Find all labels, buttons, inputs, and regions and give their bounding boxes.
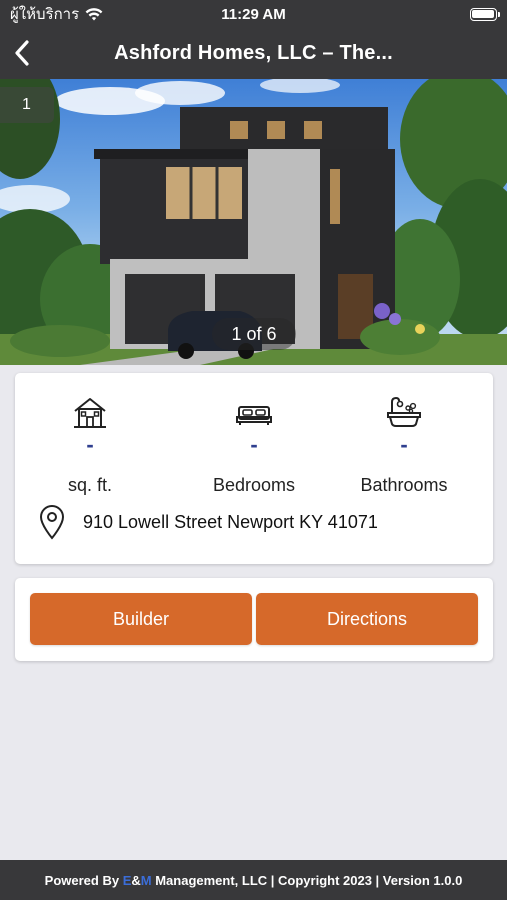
bedrooms-value: - (250, 432, 258, 457)
sq-ft-value: - (86, 432, 94, 457)
footer-brand-e: E (122, 872, 132, 888)
status-time: 11:29 AM (221, 5, 286, 23)
page-title: Ashford Homes, LLC – The... (114, 42, 393, 64)
stat-bathrooms: - Bathrooms (329, 393, 479, 496)
bathrooms-label: Bathrooms (360, 475, 448, 495)
footer-brand-amp: & (131, 872, 141, 888)
address-row[interactable]: 910 Lowell Street Newport KY 41071 (37, 504, 378, 540)
footer-brand-m: M (140, 872, 152, 888)
directions-button[interactable]: Directions (256, 593, 478, 645)
house-icon (74, 398, 106, 428)
actions-card: Builder Directions (15, 578, 493, 661)
property-details-card: - sq. ft. - Bedrooms - Bathrooms 910 Low… (15, 373, 493, 564)
status-right (347, 7, 500, 21)
navigation-bar: Ashford Homes, LLC – The... (0, 28, 507, 79)
chevron-left-icon[interactable] (10, 38, 34, 68)
builder-button[interactable]: Builder (30, 593, 252, 645)
footer-powered-by: Powered By (44, 872, 123, 888)
status-bar: ผู้ให้บริการ 11:29 AM (0, 0, 507, 28)
sq-ft-label: sq. ft. (67, 475, 112, 495)
bathrooms-value: - (400, 432, 408, 457)
wifi-icon (85, 8, 103, 21)
bathtub-icon (387, 396, 421, 427)
stat-square-feet: - sq. ft. (15, 393, 165, 496)
carrier-label: ผู้ให้บริการ (10, 6, 80, 23)
footer: Powered By E & M Management, LLC | Copyr… (0, 860, 507, 900)
footer-copyright: Management, LLC | Copyright 2023 | Versi… (151, 872, 463, 888)
photo-index: 1 (0, 87, 54, 123)
battery-icon (469, 7, 500, 21)
bedrooms-label: Bedrooms (212, 475, 296, 495)
location-pin-icon (39, 505, 65, 540)
photo-counter: 1 of 6 (212, 318, 296, 350)
address-text: 910 Lowell Street Newport KY 41071 (83, 511, 378, 532)
property-stats: - sq. ft. - Bedrooms - Bathrooms (15, 393, 493, 496)
status-left: ผู้ให้บริการ (10, 2, 160, 26)
bed-icon (236, 406, 272, 425)
stat-bedrooms: - Bedrooms (179, 393, 329, 496)
